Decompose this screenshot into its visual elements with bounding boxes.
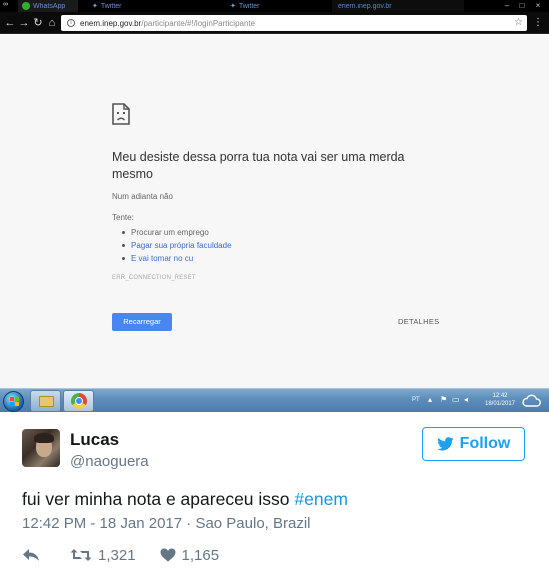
- tab-twitter-2[interactable]: ✦ Twitter: [230, 0, 320, 12]
- tweet-timestamp[interactable]: 12:42 PM - 18 Jan 2017 · Sao Paulo, Braz…: [22, 515, 311, 532]
- url-path: /participante/#!/loginParticipante: [141, 18, 256, 28]
- back-icon[interactable]: ←: [4, 16, 16, 30]
- tweet-body: fui ver minha nota e apareceu isso: [22, 489, 295, 509]
- tweet-text: fui ver minha nota e apareceu isso #enem: [22, 489, 348, 510]
- reload-button[interactable]: Recarregar: [112, 313, 172, 331]
- retweet-icon: [70, 549, 92, 561]
- tab-enem[interactable]: enem.inep.gov.br: [332, 0, 464, 12]
- retweet-button[interactable]: 1,321: [70, 547, 136, 564]
- clock-date: 18/01/2017: [484, 401, 516, 407]
- reload-icon[interactable]: ↻: [32, 16, 44, 30]
- tab-label: WhatsApp: [33, 2, 66, 10]
- minimize-icon[interactable]: –: [500, 0, 514, 12]
- clock-time: 12:42: [492, 393, 508, 399]
- follow-label: Follow: [459, 435, 511, 452]
- bookmark-star-icon[interactable]: ☆: [514, 17, 523, 28]
- twitter-bird-icon: [436, 437, 454, 451]
- forward-icon[interactable]: →: [18, 16, 30, 30]
- tweet-card: Lucas @naoguera Follow fui ver minha not…: [0, 412, 549, 573]
- browser-toolbar: ← → ↻ ⌂ i enem.inep.gov.br /participante…: [0, 12, 549, 34]
- chrome-icon: [71, 393, 87, 409]
- windows-taskbar: PT ▴ ⚑ ▭ ◂ 12:42 18/01/2017: [0, 388, 549, 412]
- tab-label: Twitter: [100, 2, 122, 10]
- whatsapp-icon: [22, 2, 30, 10]
- reply-icon: [23, 549, 39, 561]
- bullet-icon: [122, 231, 125, 234]
- folder-icon: [39, 396, 54, 407]
- address-bar[interactable]: i enem.inep.gov.br /participante/#!/logi…: [61, 15, 527, 31]
- try-label: Tente:: [112, 213, 134, 222]
- error-subtitle: Num adianta não: [112, 192, 173, 201]
- tab-label: enem.inep.gov.br: [338, 2, 392, 10]
- suggestion-list: Procurar um emprego Pagar sua própria fa…: [122, 226, 232, 265]
- tab-twitter-1[interactable]: ✦ Twitter: [92, 0, 152, 12]
- like-button[interactable]: 1,165: [160, 546, 220, 564]
- suggestion-item: Procurar um emprego: [122, 226, 232, 239]
- close-icon[interactable]: ×: [531, 0, 545, 12]
- taskbar-clock[interactable]: 12:42 18/01/2017: [480, 392, 520, 408]
- follow-button[interactable]: Follow: [422, 427, 525, 461]
- error-title: Meu desiste dessa porra tua nota vai ser…: [112, 150, 405, 181]
- tray-arrow-icon[interactable]: ▴: [428, 396, 432, 404]
- sad-page-icon: [112, 103, 130, 125]
- chrome-menu-icon[interactable]: ⋮: [533, 16, 543, 30]
- tab-label: Twitter: [238, 2, 260, 10]
- bullet-icon: [122, 257, 125, 260]
- display-name[interactable]: Lucas: [70, 430, 119, 450]
- windows-logo-icon: [10, 397, 19, 406]
- home-icon[interactable]: ⌂: [46, 16, 58, 30]
- tray-flag-icon[interactable]: ⚑: [440, 396, 447, 404]
- hashtag-link[interactable]: #enem: [294, 489, 348, 509]
- reply-button[interactable]: [22, 548, 46, 562]
- twitter-bird-icon: ✦: [230, 3, 236, 10]
- suggestion-link[interactable]: E vai tomar no cu: [122, 252, 232, 265]
- taskbar-explorer-button[interactable]: [30, 390, 61, 412]
- tweet-actions: 1,321 1,165: [22, 545, 243, 565]
- bullet-icon: [122, 244, 125, 247]
- cloud-icon[interactable]: [521, 393, 541, 408]
- url-host: enem.inep.gov.br: [80, 18, 142, 28]
- suggestion-link[interactable]: Pagar sua própria faculdade: [122, 239, 232, 252]
- suggestion-text[interactable]: Pagar sua própria faculdade: [131, 239, 232, 252]
- info-icon[interactable]: i: [67, 19, 75, 27]
- screenshot-root: ∞ WhatsApp ✦ Twitter ✦ Twitter enem.inep…: [0, 0, 549, 573]
- taskbar-chrome-button[interactable]: [63, 390, 94, 412]
- like-count: 1,165: [181, 546, 220, 564]
- avatar[interactable]: [22, 429, 60, 467]
- suggestion-text: Procurar um emprego: [131, 228, 209, 237]
- volume-icon[interactable]: ◂: [464, 396, 468, 404]
- error-page: Meu desiste dessa porra tua nota vai ser…: [0, 35, 549, 388]
- error-code: ERR_CONNECTION_RESET: [112, 275, 196, 281]
- tab-whatsapp[interactable]: WhatsApp: [18, 0, 78, 12]
- browser-tab-strip: ∞ WhatsApp ✦ Twitter ✦ Twitter enem.inep…: [0, 0, 549, 12]
- suggestion-text[interactable]: E vai tomar no cu: [131, 252, 193, 265]
- start-button[interactable]: [3, 391, 24, 412]
- details-button[interactable]: DETALHES: [398, 317, 439, 326]
- twitter-bird-icon: ✦: [92, 3, 98, 10]
- maximize-icon[interactable]: □: [515, 0, 529, 12]
- window-menu-icon[interactable]: ∞: [3, 1, 8, 8]
- language-indicator[interactable]: PT: [412, 397, 420, 403]
- retweet-count: 1,321: [98, 546, 136, 564]
- heart-icon: [160, 548, 176, 562]
- user-handle[interactable]: @naoguera: [70, 453, 149, 470]
- network-icon[interactable]: ▭: [452, 396, 460, 404]
- avatar-hair: [34, 433, 54, 443]
